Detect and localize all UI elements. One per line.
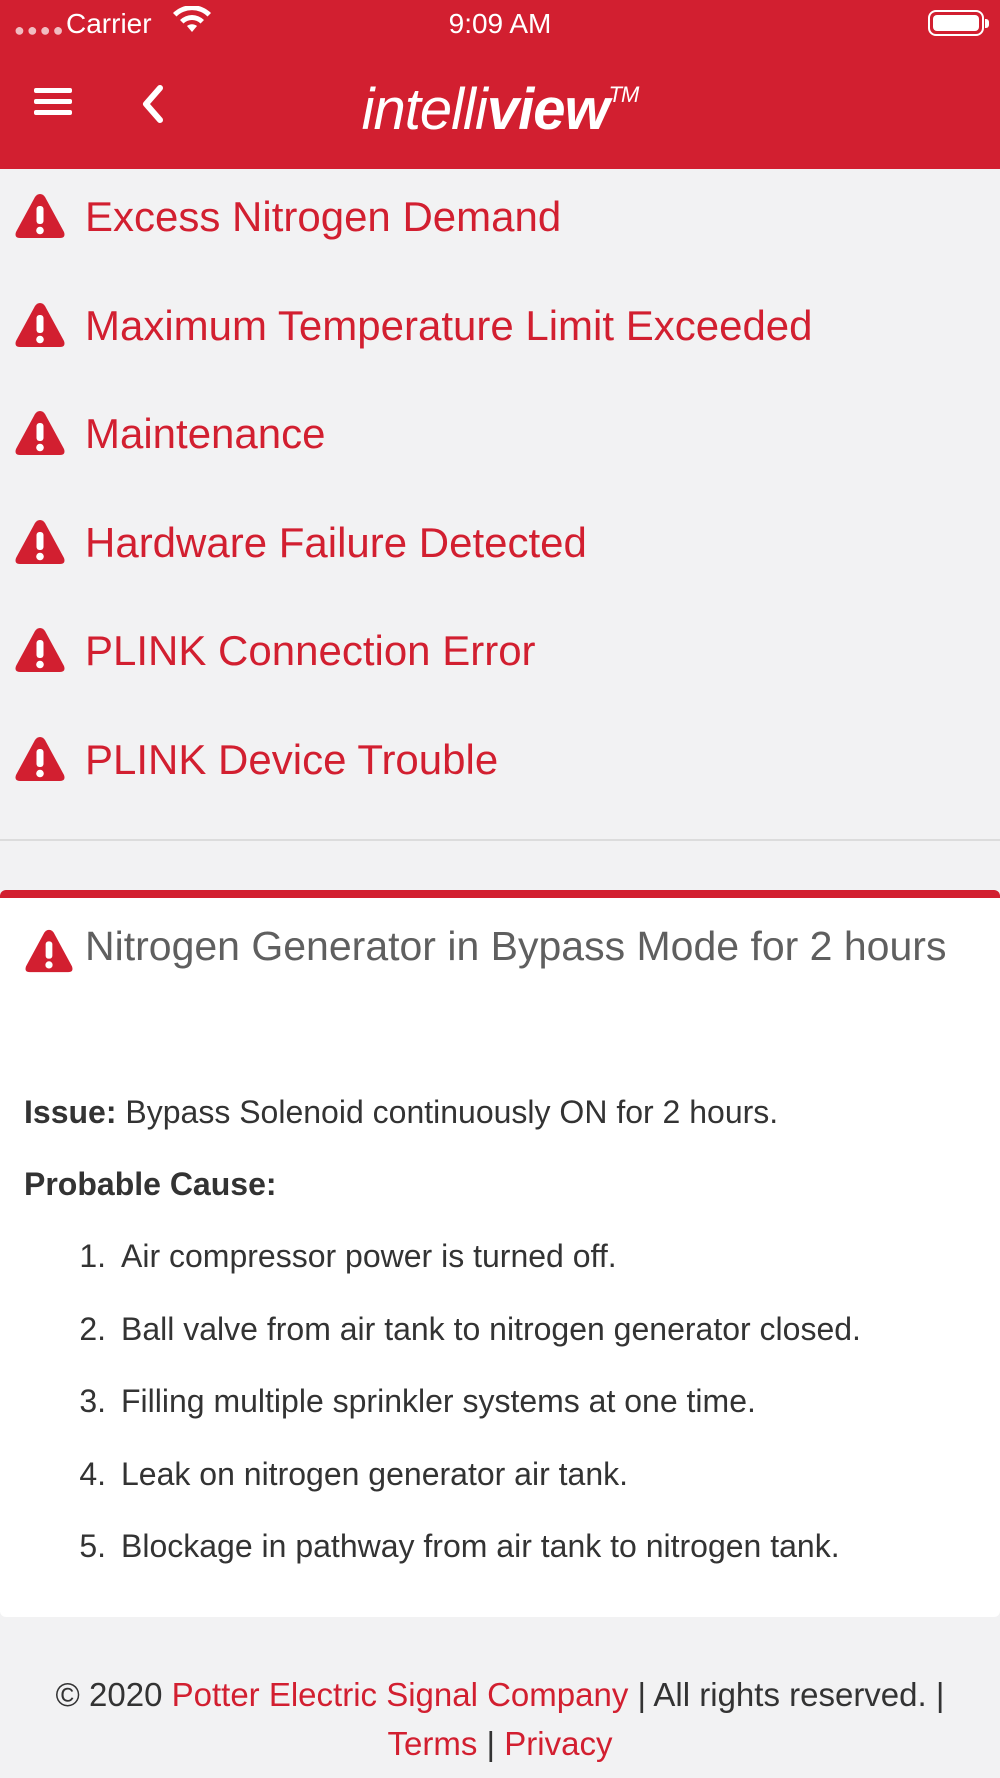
logo-trademark: TM	[608, 82, 640, 107]
list-text: Filling multiple sprinkler systems at on…	[121, 1383, 756, 1419]
alert-label: PLINK Device Trouble	[85, 736, 499, 783]
alert-item-plink-device-trouble[interactable]: PLINK Device Trouble	[0, 735, 1000, 805]
company-link[interactable]: Potter Electric Signal Company	[172, 1676, 629, 1713]
alert-item-plink-connection-error[interactable]: PLINK Connection Error	[0, 626, 1000, 696]
warning-triangle-icon	[15, 194, 65, 238]
alert-label: Excess Nitrogen Demand	[85, 193, 562, 240]
alert-detail-card: Nitrogen Generator in Bypass Mode for 2 …	[0, 890, 1000, 1617]
battery-full-icon	[928, 10, 989, 36]
alert-item-excess-nitrogen-demand[interactable]: Excess Nitrogen Demand	[0, 192, 1000, 262]
issue-label: Issue:	[24, 1094, 117, 1130]
logo-text-light: intelli	[361, 77, 488, 142]
list-item: 5. Blockage in pathway from air tank to …	[0, 1528, 1000, 1572]
warning-triangle-icon	[15, 628, 65, 672]
status-time: 9:09 AM	[448, 8, 552, 39]
section-divider	[0, 839, 1000, 841]
list-text: Blockage in pathway from air tank to nit…	[121, 1528, 840, 1564]
list-number: 3.	[79, 1383, 106, 1419]
list-item: 2. Ball valve from air tank to nitrogen …	[0, 1311, 1000, 1355]
list-number: 2.	[79, 1311, 106, 1347]
issue-text: Bypass Solenoid continuously ON for 2 ho…	[125, 1094, 779, 1130]
terms-link[interactable]: Terms	[388, 1725, 478, 1762]
app-header: ●●●● Carrier 9:09 AM intelliviewTM	[0, 0, 1000, 169]
list-text: Leak on nitrogen generator air tank.	[121, 1456, 628, 1492]
privacy-link[interactable]: Privacy	[504, 1725, 612, 1762]
issue-line: Issue: Bypass Solenoid continuously ON f…	[24, 1094, 778, 1131]
warning-triangle-icon	[15, 737, 65, 781]
list-number: 1.	[79, 1238, 106, 1274]
probable-cause-heading: Probable Cause:	[24, 1166, 277, 1202]
warning-triangle-icon	[15, 411, 65, 455]
alert-label: Hardware Failure Detected	[85, 519, 587, 566]
copyright-text: © 2020	[55, 1676, 163, 1713]
list-number: 4.	[79, 1456, 106, 1492]
rights-text: | All rights reserved. |	[637, 1676, 945, 1713]
alert-label: PLINK Connection Error	[85, 627, 536, 674]
alert-item-maintenance[interactable]: Maintenance	[0, 409, 1000, 479]
alert-label: Maintenance	[85, 410, 326, 457]
list-item: 4. Leak on nitrogen generator air tank.	[0, 1456, 1000, 1500]
status-bar: ●●●● Carrier 9:09 AM	[0, 0, 1000, 48]
page-footer: © 2020 Potter Electric Signal Company | …	[0, 1670, 1000, 1768]
logo-text-bold: view	[486, 77, 610, 142]
alert-item-maximum-temperature[interactable]: Maximum Temperature Limit Exceeded	[0, 301, 1000, 371]
intelliview-logo: intelliviewTM	[0, 76, 1000, 143]
list-item: 1. Air compressor power is turned off.	[0, 1238, 1000, 1282]
footer-line-1: © 2020 Potter Electric Signal Company | …	[0, 1670, 1000, 1719]
list-text: Ball valve from air tank to nitrogen gen…	[121, 1311, 861, 1347]
alert-item-hardware-failure[interactable]: Hardware Failure Detected	[0, 518, 1000, 588]
alert-label: Maximum Temperature Limit Exceeded	[85, 302, 813, 349]
footer-separator: |	[486, 1725, 496, 1762]
detail-title: Nitrogen Generator in Bypass Mode for 2 …	[85, 923, 947, 969]
footer-line-2: Terms | Privacy	[0, 1719, 1000, 1768]
list-number: 5.	[79, 1528, 106, 1564]
list-item: 3. Filling multiple sprinkler systems at…	[0, 1383, 1000, 1427]
warning-triangle-icon	[15, 303, 65, 347]
list-text: Air compressor power is turned off.	[121, 1238, 617, 1274]
warning-triangle-icon	[15, 520, 65, 564]
